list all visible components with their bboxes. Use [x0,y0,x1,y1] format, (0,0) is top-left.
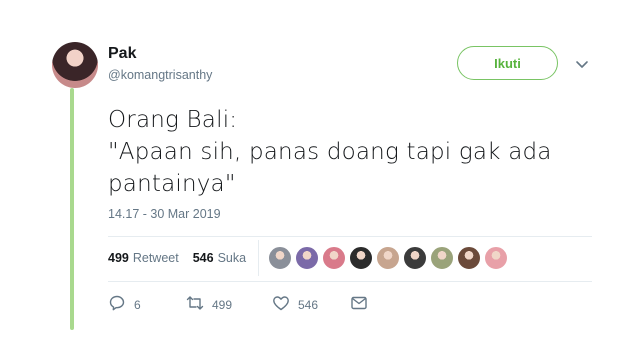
divider [108,281,592,282]
like-stat[interactable]: 546 Suka [193,251,246,265]
stats-separator [258,240,259,276]
message-button[interactable] [350,294,368,315]
reply-icon [108,294,126,315]
liker-avatar-2[interactable] [295,246,319,270]
chevron-down-icon[interactable] [572,54,592,74]
liker-avatar-5[interactable] [376,246,400,270]
retweet-icon [186,294,204,315]
liker-avatar-4[interactable] [349,246,373,270]
follow-button[interactable]: Ikuti [457,46,558,80]
envelope-icon [350,294,368,315]
like-stat-count: 546 [192,251,214,265]
tweet-stats: 499 Retweet 546 Suka [108,251,246,265]
display-name[interactable]: Pak [108,45,136,63]
retweet-stat-count: 499 [108,251,129,265]
tweet-line-2: "Apaan sih, panas doang tapi gak ada [108,139,552,165]
like-stat-label: Suka [217,251,247,265]
retweet-button[interactable]: 499 [186,294,272,315]
thread-line [70,88,74,330]
avatar[interactable] [52,42,98,88]
tweet-line-3: pantainya" [108,171,236,197]
heart-icon [272,294,290,315]
retweet-stat-label: Retweet [132,251,179,265]
liker-avatar-9[interactable] [484,246,508,270]
liker-avatar-3[interactable] [322,246,346,270]
divider [108,236,592,237]
liker-avatar-7[interactable] [430,246,454,270]
reply-count: 6 [134,297,141,312]
tweet-text: Orang Bali: "Apaan sih, panas doang tapi… [108,104,578,200]
retweet-stat[interactable]: 499 Retweet [108,251,179,265]
action-bar: 6 499 546 [108,294,368,315]
user-handle[interactable]: @komangtrisanthy [108,68,212,82]
liker-avatar-8[interactable] [457,246,481,270]
retweet-count: 499 [212,297,233,312]
tweet-line-1: Orang Bali: [108,107,238,133]
reply-button[interactable]: 6 [108,294,186,315]
like-button[interactable]: 546 [272,294,350,315]
timestamp[interactable]: 14.17 - 30 Mar 2019 [108,207,221,221]
liker-avatar-6[interactable] [403,246,427,270]
like-count: 546 [298,297,319,312]
liker-avatars [268,246,508,270]
liker-avatar-1[interactable] [268,246,292,270]
